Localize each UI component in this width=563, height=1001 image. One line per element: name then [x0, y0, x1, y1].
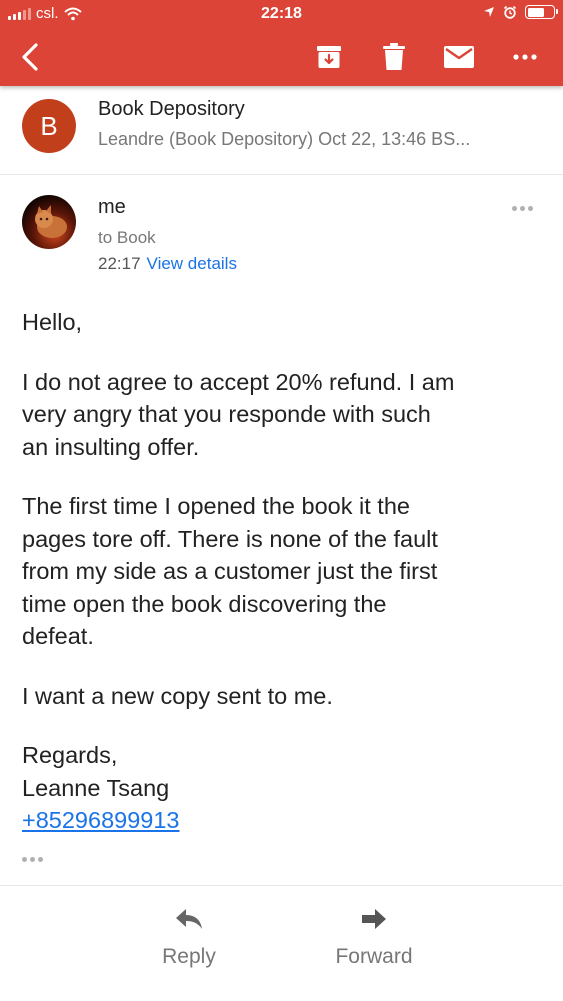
signature-name: Leanne Tsang [22, 774, 170, 801]
show-trimmed-content-button[interactable] [22, 857, 43, 862]
message-snippet: Leandre (Book Depository) Oct 22, 13:46 … [98, 129, 471, 149]
dot-icon [38, 857, 43, 862]
forward-button[interactable]: Forward [314, 908, 434, 969]
body-line: The first time I opened the book it the [22, 493, 410, 519]
more-options-button[interactable] [503, 38, 547, 76]
forward-label: Forward [335, 945, 413, 968]
status-icons [483, 5, 558, 19]
delete-button[interactable] [372, 38, 416, 76]
dot-icon [512, 206, 517, 211]
battery-icon [525, 5, 558, 19]
message-sender: me [98, 196, 126, 218]
mail-icon [444, 46, 474, 68]
status-bar: csl. 22:18 [0, 0, 563, 30]
message-body: Hello, I do not agree to accept 20% refu… [22, 306, 542, 837]
archive-button[interactable] [307, 38, 351, 76]
message-time: 22:17 [98, 254, 141, 273]
sender-avatar: B [22, 99, 76, 153]
forward-arrow-icon [362, 909, 386, 929]
body-line: time open the book discovering the [22, 590, 387, 617]
body-line: defeat. [22, 623, 94, 649]
body-line: from my side as a customer just the firs… [22, 558, 438, 584]
body-line: I do not agree to accept 20% refund. I a… [22, 368, 455, 395]
bottom-actions: Reply Forward [0, 885, 563, 1001]
dot-icon [520, 206, 525, 211]
body-line: very angry that you responde with such [22, 401, 431, 427]
more-horizontal-icon [513, 54, 537, 60]
archive-icon [317, 46, 341, 68]
previous-message-header[interactable]: B Book Depository Leandre (Book Deposito… [0, 86, 563, 175]
message-more-options-button[interactable] [512, 206, 533, 211]
signature: Regards, Leanne Tsang +85296899913 [22, 739, 542, 837]
phone-number-link[interactable]: +85296899913 [22, 807, 180, 833]
sign-off: Regards, [22, 742, 118, 768]
dot-icon [30, 857, 35, 862]
paragraph-3: I want a new copy sent to me. [22, 682, 333, 709]
back-arrow-icon [22, 43, 38, 71]
clock: 22:18 [261, 5, 302, 22]
sender-name: Book Depository [98, 98, 245, 120]
paragraph-1: I do not agree to accept 20% refund. I a… [22, 366, 542, 464]
dot-icon [528, 206, 533, 211]
dot-icon [22, 857, 27, 862]
paragraph-2: The first time I opened the book it the … [22, 490, 542, 653]
alarm-icon [503, 5, 517, 19]
trash-icon [383, 43, 405, 70]
reply-icon [176, 909, 202, 929]
message-time-row: 22:17 View details [98, 254, 237, 274]
avatar [22, 195, 76, 249]
view-details-link[interactable]: View details [147, 254, 237, 273]
profile-photo-icon [22, 195, 76, 249]
reply-button[interactable]: Reply [129, 908, 249, 969]
app-bar: csl. 22:18 [0, 0, 563, 86]
body-line: an insulting offer. [22, 433, 200, 460]
mark-unread-button[interactable] [437, 38, 481, 76]
location-arrow-icon [484, 7, 494, 17]
body-line: pages tore off. There is none of the fau… [22, 525, 438, 552]
back-button[interactable] [8, 38, 52, 76]
greeting: Hello, [22, 309, 83, 335]
recipient-line: to Book [98, 228, 156, 247]
reply-label: Reply [162, 945, 216, 968]
